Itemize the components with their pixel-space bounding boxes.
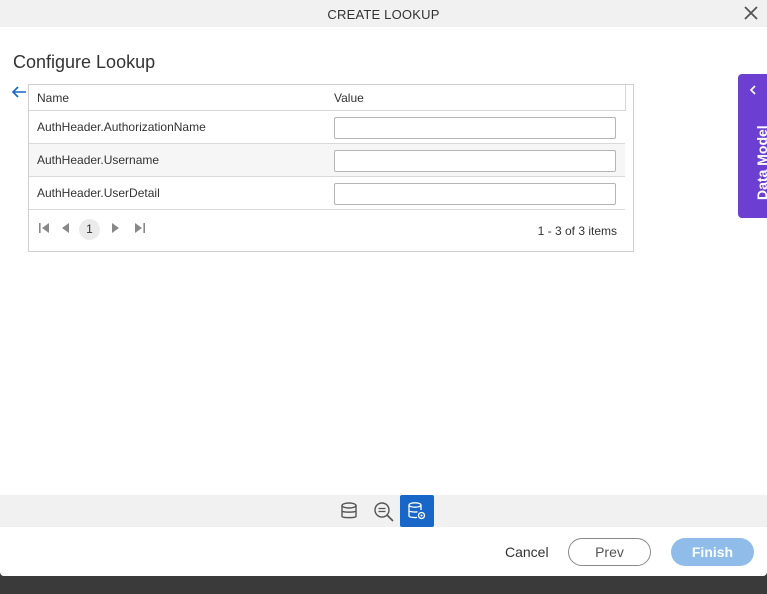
step-query[interactable]: [366, 495, 400, 527]
last-page-icon[interactable]: [132, 220, 148, 236]
grid-pager: 1 1 - 3 of 3 items: [29, 210, 625, 250]
grid-scrollbar[interactable]: [625, 85, 634, 111]
row-name: AuthHeader.AuthorizationName: [37, 120, 206, 134]
arrow-left-icon[interactable]: [10, 84, 28, 100]
dialog-title: CREATE LOOKUP: [327, 7, 440, 22]
cancel-button[interactable]: Cancel: [505, 544, 549, 560]
pager-info: 1 - 3 of 3 items: [537, 224, 617, 238]
page-title: Configure Lookup: [13, 52, 156, 72]
table-row: AuthHeader.Username: [29, 144, 625, 177]
chevron-left-icon: [749, 85, 756, 95]
table-row: AuthHeader.AuthorizationName: [29, 111, 625, 144]
row-name: AuthHeader.Username: [37, 153, 160, 167]
close-icon[interactable]: [741, 3, 761, 23]
finish-button[interactable]: Finish: [671, 538, 754, 566]
database-icon: [341, 502, 357, 519]
prev-button[interactable]: Prev: [568, 538, 651, 566]
dialog-titlebar: CREATE LOOKUP: [0, 0, 767, 27]
first-page-icon[interactable]: [36, 220, 52, 236]
value-input[interactable]: [334, 117, 616, 139]
search-filter-icon: [374, 502, 394, 522]
lookup-grid: Name Value AuthHeader.AuthorizationName …: [28, 84, 634, 252]
step-data-source[interactable]: [332, 495, 366, 527]
data-model-label: Data Model: [754, 125, 767, 200]
create-lookup-dialog: CREATE LOOKUP Configure Lookup Name Valu…: [0, 0, 767, 576]
row-name: AuthHeader.UserDetail: [37, 186, 160, 200]
grid-header: Name Value: [29, 85, 625, 111]
database-settings-icon: [408, 502, 426, 520]
step-configure[interactable]: [400, 495, 434, 527]
wizard-steps: [0, 495, 767, 527]
value-input[interactable]: [334, 150, 616, 172]
table-row: AuthHeader.UserDetail: [29, 177, 625, 210]
page-number[interactable]: 1: [79, 219, 100, 240]
column-header-name[interactable]: Name: [37, 91, 69, 105]
next-page-icon[interactable]: [107, 220, 123, 236]
prev-page-icon[interactable]: [58, 220, 74, 236]
column-header-value[interactable]: Value: [334, 91, 364, 105]
value-input[interactable]: [334, 183, 616, 205]
data-model-panel-tab[interactable]: Data Model: [738, 74, 767, 218]
